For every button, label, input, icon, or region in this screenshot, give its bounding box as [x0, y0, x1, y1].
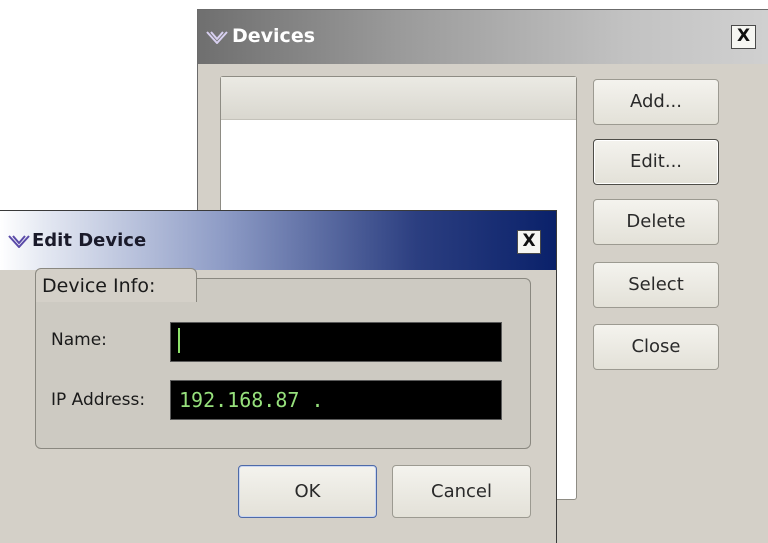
devices-list-header: [221, 77, 576, 120]
text-cursor: [178, 328, 180, 353]
edit-button[interactable]: Edit...: [593, 139, 719, 185]
select-button[interactable]: Select: [593, 262, 719, 308]
ok-button[interactable]: OK: [238, 465, 377, 518]
ip-address-field[interactable]: [170, 380, 502, 420]
device-info-label: Device Info:: [42, 275, 156, 297]
cancel-button[interactable]: Cancel: [392, 465, 531, 518]
edit-device-close-icon[interactable]: X: [517, 230, 541, 254]
devices-title: Devices: [232, 25, 316, 47]
delete-button[interactable]: Delete: [593, 199, 719, 245]
app-logo-icon: [8, 233, 30, 252]
add-button[interactable]: Add...: [593, 79, 719, 125]
name-label: Name:: [51, 330, 107, 350]
edit-device-dialog: Edit Device X Device Info: Name: IP Addr…: [0, 210, 557, 543]
device-info-group: [35, 278, 531, 449]
name-field[interactable]: [170, 322, 502, 362]
devices-close-icon[interactable]: X: [731, 25, 756, 49]
devices-titlebar[interactable]: Devices X: [198, 10, 768, 64]
ip-address-label: IP Address:: [51, 390, 146, 410]
edit-device-title: Edit Device: [32, 230, 147, 251]
app-logo-icon: [206, 29, 228, 48]
edit-device-titlebar[interactable]: Edit Device X: [0, 211, 556, 270]
close-button[interactable]: Close: [593, 324, 719, 370]
